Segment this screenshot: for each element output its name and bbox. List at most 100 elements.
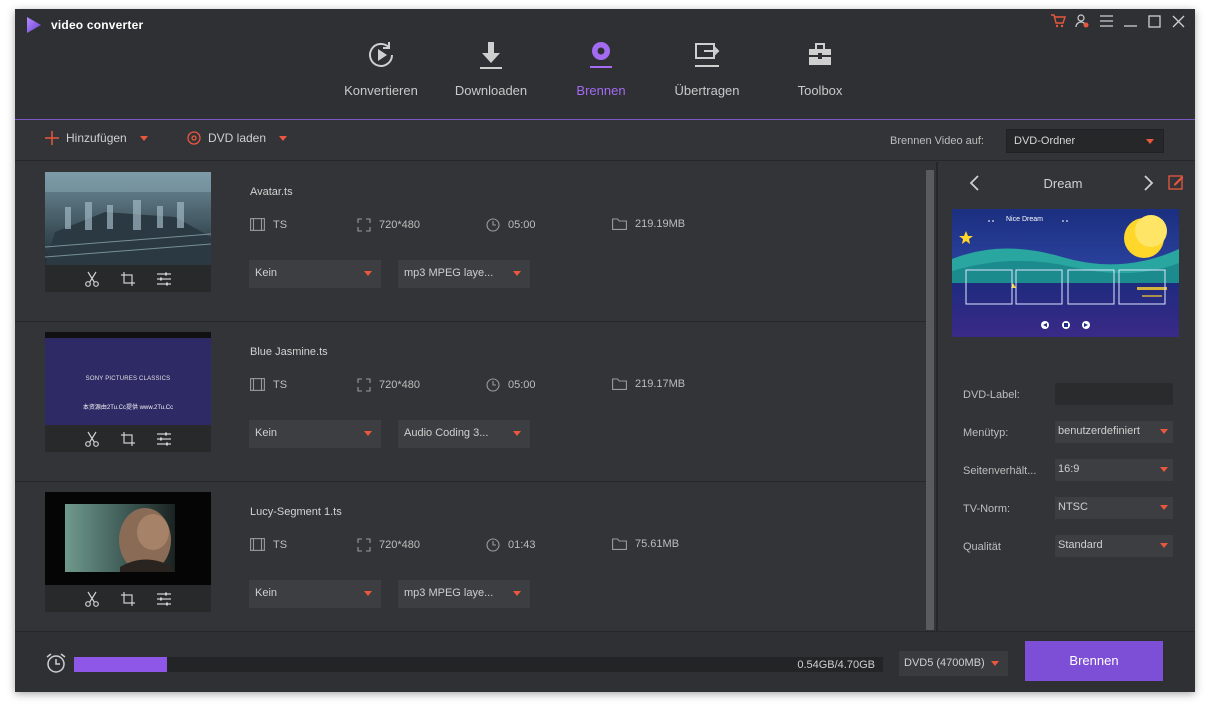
disc-capacity-bar: 0.54GB/4.70GB bbox=[74, 657, 883, 672]
tv-standard-select[interactable]: NTSC bbox=[1055, 497, 1173, 519]
load-dvd-label: DVD laden bbox=[208, 131, 267, 145]
aspect-ratio-select[interactable]: 16:9 bbox=[1055, 459, 1173, 481]
list-scrollbar[interactable] bbox=[926, 170, 934, 630]
file-name: Avatar.ts bbox=[250, 186, 293, 198]
video-thumbnail[interactable] bbox=[45, 172, 211, 292]
file-size: 219.17MB bbox=[612, 378, 685, 390]
film-icon bbox=[250, 538, 265, 551]
burn-to-select[interactable]: DVD-Ordner bbox=[1006, 129, 1164, 153]
adjust-sliders-icon[interactable] bbox=[156, 271, 172, 287]
adjust-sliders-icon[interactable] bbox=[156, 431, 172, 447]
list-item[interactable]: Avatar.ts TS 720*480 05:00 219.19MB Kein bbox=[15, 162, 935, 322]
audio-track-select[interactable]: mp3 MPEG laye... bbox=[398, 260, 530, 288]
video-thumbnail[interactable]: SONY PICTURES CLASSICS 本资源由2Tu.Cc提供 www.… bbox=[45, 332, 211, 452]
quality-field: Qualität Standard bbox=[963, 535, 1178, 557]
list-item[interactable]: SONY PICTURES CLASSICS 本资源由2Tu.Cc提供 www.… bbox=[15, 322, 935, 482]
header: video converter Konvertieren Downloaden … bbox=[15, 9, 1195, 127]
file-resolution: 720*480 bbox=[357, 538, 420, 552]
resolution-icon bbox=[357, 538, 371, 552]
thumbnail-image: SONY PICTURES CLASSICS 本资源由2Tu.Cc提供 www.… bbox=[45, 332, 211, 425]
edit-icon[interactable] bbox=[1168, 174, 1184, 195]
chevron-down-icon[interactable] bbox=[139, 135, 148, 141]
tab-toolbox[interactable]: Toolbox bbox=[766, 37, 874, 119]
chevron-down-icon bbox=[1160, 543, 1168, 548]
alarm-clock-icon[interactable] bbox=[45, 652, 67, 679]
film-icon bbox=[250, 218, 265, 231]
burn-to-label: Brennen Video auf: bbox=[890, 135, 984, 147]
download-icon bbox=[480, 42, 502, 69]
resolution-icon bbox=[357, 378, 371, 392]
menu-type-select[interactable]: benutzerdefiniert bbox=[1055, 421, 1173, 443]
disc-icon bbox=[187, 131, 201, 145]
tab-uebertragen[interactable]: Übertragen bbox=[653, 37, 761, 119]
crop-icon[interactable] bbox=[120, 431, 136, 447]
thumbnail-tools bbox=[45, 425, 211, 452]
convert-play-icon bbox=[369, 42, 393, 67]
load-dvd-button[interactable]: DVD laden bbox=[187, 131, 288, 145]
file-duration: 01:43 bbox=[486, 538, 536, 552]
disc-type-select[interactable]: DVD5 (4700MB) bbox=[899, 651, 1008, 676]
quality-select[interactable]: Standard bbox=[1055, 535, 1173, 557]
file-format: TS bbox=[250, 378, 287, 391]
file-list: Avatar.ts TS 720*480 05:00 219.19MB Kein bbox=[15, 162, 935, 631]
thumbnail-tools bbox=[45, 585, 211, 612]
chevron-down-icon[interactable] bbox=[279, 135, 288, 141]
aspect-ratio-field: Seitenverhält... 16:9 bbox=[963, 459, 1178, 481]
folder-icon bbox=[612, 538, 627, 550]
menu-preview[interactable]: Nice Dream bbox=[952, 209, 1179, 337]
file-name: Lucy-Segment 1.ts bbox=[250, 506, 342, 518]
subtitle-select[interactable]: Kein bbox=[249, 260, 381, 288]
chevron-down-icon bbox=[1146, 139, 1154, 144]
file-format: TS bbox=[250, 218, 287, 231]
file-size: 75.61MB bbox=[612, 538, 679, 550]
tab-brennen[interactable]: Brennen bbox=[547, 37, 655, 127]
capacity-text: 0.54GB/4.70GB bbox=[797, 659, 875, 671]
scissors-icon[interactable] bbox=[84, 431, 100, 447]
tab-konvertieren[interactable]: Konvertieren bbox=[327, 37, 435, 119]
chevron-down-icon bbox=[1160, 429, 1168, 434]
tab-downloaden[interactable]: Downloaden bbox=[437, 37, 545, 119]
chevron-down-icon bbox=[364, 431, 372, 436]
watermark-text: 本资源由2Tu.Cc提供 www.2Tu.Cc bbox=[82, 405, 174, 411]
crop-icon[interactable] bbox=[120, 591, 136, 607]
chevron-right-icon[interactable] bbox=[1143, 174, 1155, 197]
folder-icon bbox=[612, 378, 627, 390]
tab-label: Downloaden bbox=[454, 83, 528, 98]
preview-title: Nice Dream bbox=[1006, 216, 1043, 223]
add-files-button[interactable]: Hinzufügen bbox=[45, 131, 148, 145]
scrollbar-thumb[interactable] bbox=[926, 170, 934, 630]
crop-icon[interactable] bbox=[120, 271, 136, 287]
resolution-icon bbox=[357, 218, 371, 232]
tab-label: Brennen bbox=[576, 83, 626, 98]
video-thumbnail[interactable] bbox=[45, 492, 211, 612]
dvd-label-input[interactable] bbox=[1055, 383, 1173, 405]
tab-label: Übertragen bbox=[674, 83, 740, 98]
burn-disc-icon bbox=[590, 42, 612, 68]
scissors-icon[interactable] bbox=[84, 271, 100, 287]
audio-track-select[interactable]: Audio Coding 3... bbox=[398, 420, 530, 448]
template-navigator: Dream bbox=[938, 172, 1195, 196]
scissors-icon[interactable] bbox=[84, 591, 100, 607]
burn-button[interactable]: Brennen bbox=[1025, 641, 1163, 681]
audio-track-select[interactable]: mp3 MPEG laye... bbox=[398, 580, 530, 608]
clock-icon bbox=[486, 538, 500, 552]
file-size: 219.19MB bbox=[612, 218, 685, 230]
list-item[interactable]: Lucy-Segment 1.ts TS 720*480 01:43 75.61… bbox=[15, 482, 935, 631]
folder-icon bbox=[612, 218, 627, 230]
film-icon bbox=[250, 378, 265, 391]
chevron-down-icon bbox=[513, 591, 521, 596]
tab-label: Toolbox bbox=[797, 83, 843, 98]
clock-icon bbox=[486, 378, 500, 392]
clock-icon bbox=[486, 218, 500, 232]
subtitle-select[interactable]: Kein bbox=[249, 580, 381, 608]
file-resolution: 720*480 bbox=[357, 378, 420, 392]
file-resolution: 720*480 bbox=[357, 218, 420, 232]
chevron-down-icon bbox=[991, 661, 999, 666]
subtitle-select[interactable]: Kein bbox=[249, 420, 381, 448]
adjust-sliders-icon[interactable] bbox=[156, 591, 172, 607]
dvd-template-panel: Dream Nice Dream DVD-Label: Menütyp: ben… bbox=[938, 162, 1195, 631]
plus-icon bbox=[45, 131, 59, 145]
file-name: Blue Jasmine.ts bbox=[250, 346, 328, 358]
add-files-label: Hinzufügen bbox=[66, 131, 127, 145]
capacity-fill bbox=[74, 657, 168, 672]
